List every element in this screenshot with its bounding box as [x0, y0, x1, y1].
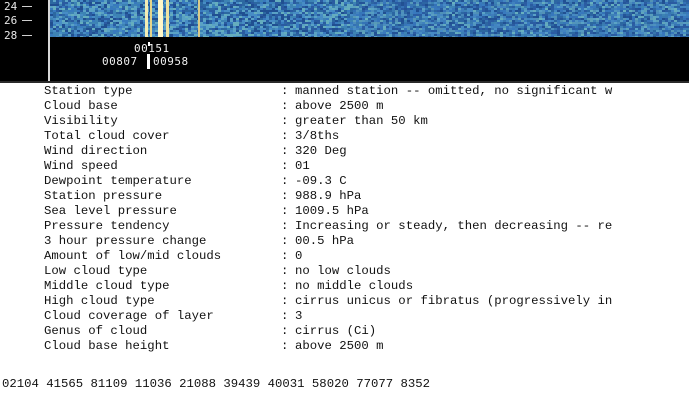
- field-separator: :: [281, 234, 289, 248]
- axis-tick: [22, 35, 32, 36]
- panel-separator: [0, 81, 689, 83]
- field-separator: :: [281, 219, 289, 233]
- field-value: no middle clouds: [295, 279, 414, 293]
- report-row: Visibility: greater than 50 km: [0, 114, 689, 129]
- field-label: Wind speed: [44, 159, 118, 173]
- axis-label-24: 24: [4, 0, 18, 13]
- field-value: 3/8ths: [295, 129, 340, 143]
- report-row: Low cloud type: no low clouds: [0, 264, 689, 279]
- field-label: Total cloud cover: [44, 129, 170, 143]
- spectrum-image: [50, 0, 689, 42]
- field-label: Wind direction: [44, 144, 148, 158]
- field-value: Increasing or steady, then decreasing --…: [295, 219, 613, 233]
- field-value: greater than 50 km: [295, 114, 428, 128]
- field-value: 3: [295, 309, 303, 323]
- field-value: 00.5 hPa: [295, 234, 355, 248]
- report-row: High cloud type: cirrus unicus or fibratu…: [0, 294, 689, 309]
- report-row: Genus of cloud: cirrus (Ci): [0, 324, 689, 339]
- timestamp-right: 00958: [153, 55, 189, 68]
- report-row: Wind speed:01: [0, 159, 689, 174]
- field-separator: :: [281, 279, 289, 293]
- field-separator: :: [281, 204, 289, 218]
- field-value: manned station -- omitted, no significan…: [295, 84, 613, 98]
- axis-tick: [22, 6, 32, 7]
- report-row: Pressure tendency: Increasing or steady, …: [0, 219, 689, 234]
- raw-synop-message: 02104 41565 81109 11036 21088 39439 4003…: [2, 377, 431, 391]
- field-value: -09.3 C: [295, 174, 347, 188]
- waterfall-axis: 24 26 28: [0, 0, 48, 58]
- field-label: Dewpoint temperature: [44, 174, 192, 188]
- field-label: Cloud base height: [44, 339, 170, 353]
- axis-label-26: 26: [4, 14, 18, 27]
- field-value: cirrus unicus or fibratus (progressively…: [295, 294, 613, 308]
- field-separator: :: [281, 309, 289, 323]
- field-separator: :: [281, 249, 289, 263]
- field-label: Amount of low/mid clouds: [44, 249, 222, 263]
- field-value: above 2500 m: [295, 99, 384, 113]
- field-separator: :: [281, 324, 289, 338]
- report-row: Sea level pressure:1009.5 hPa: [0, 204, 689, 219]
- timestamp-upper: 00151: [134, 42, 170, 55]
- field-separator: :: [281, 264, 289, 278]
- report-row: Cloud base height: above 2500 m: [0, 339, 689, 354]
- field-value: 988.9 hPa: [295, 189, 362, 203]
- waterfall-panel[interactable]: 24 26 28 00151 00807 00958: [0, 0, 689, 82]
- time-marker[interactable]: [147, 54, 150, 69]
- field-label: Middle cloud type: [44, 279, 170, 293]
- field-label: Sea level pressure: [44, 204, 177, 218]
- field-separator: :: [281, 84, 289, 98]
- decoded-report: Station type: manned station -- omitted, …: [0, 84, 689, 400]
- field-value: no low clouds: [295, 264, 391, 278]
- field-label: Cloud coverage of layer: [44, 309, 214, 323]
- field-separator: :: [281, 99, 289, 113]
- field-label: Station pressure: [44, 189, 163, 203]
- report-row: Station pressure:988.9 hPa: [0, 189, 689, 204]
- field-value: 01: [295, 159, 310, 173]
- field-value: cirrus (Ci): [295, 324, 377, 338]
- field-value: 320 Deg: [295, 144, 347, 158]
- field-value: 1009.5 hPa: [295, 204, 369, 218]
- field-separator: :: [281, 144, 289, 158]
- report-row: Dewpoint temperature: -09.3 C: [0, 174, 689, 189]
- axis-tick: [22, 20, 32, 21]
- report-row: Middle cloud type: no middle clouds: [0, 279, 689, 294]
- field-separator: :: [281, 174, 289, 188]
- report-row: Total cloud cover:3/8ths: [0, 129, 689, 144]
- axis-label-28: 28: [4, 29, 18, 42]
- report-row: Cloud base: above 2500 m: [0, 99, 689, 114]
- waterfall-timeline: 00151 00807 00958: [50, 42, 689, 81]
- field-value: 0: [295, 249, 303, 263]
- time-marker-tick: [148, 42, 150, 46]
- field-label: Pressure tendency: [44, 219, 170, 233]
- field-label: Low cloud type: [44, 264, 148, 278]
- field-separator: :: [281, 159, 289, 173]
- field-separator: :: [281, 189, 289, 203]
- field-separator: :: [281, 339, 289, 353]
- field-separator: :: [281, 129, 289, 143]
- field-label: Genus of cloud: [44, 324, 148, 338]
- field-separator: :: [281, 294, 289, 308]
- report-row: 3 hour pressure change:00.5 hPa: [0, 234, 689, 249]
- field-label: High cloud type: [44, 294, 155, 308]
- field-value: above 2500 m: [295, 339, 384, 353]
- report-row: Wind direction:320 Deg: [0, 144, 689, 159]
- timestamp-left: 00807: [102, 55, 138, 68]
- field-label: Station type: [44, 84, 133, 98]
- report-row: Cloud coverage of layer:3: [0, 309, 689, 324]
- field-label: Cloud base: [44, 99, 118, 113]
- waterfall-spectrum[interactable]: [50, 0, 689, 42]
- report-row: Amount of low/mid clouds:0: [0, 249, 689, 264]
- field-separator: :: [281, 114, 289, 128]
- decoder-window: 24 26 28 00151 00807 00958 Station type:…: [0, 0, 689, 400]
- report-row: Station type: manned station -- omitted, …: [0, 84, 689, 99]
- field-label: 3 hour pressure change: [44, 234, 207, 248]
- field-label: Visibility: [44, 114, 118, 128]
